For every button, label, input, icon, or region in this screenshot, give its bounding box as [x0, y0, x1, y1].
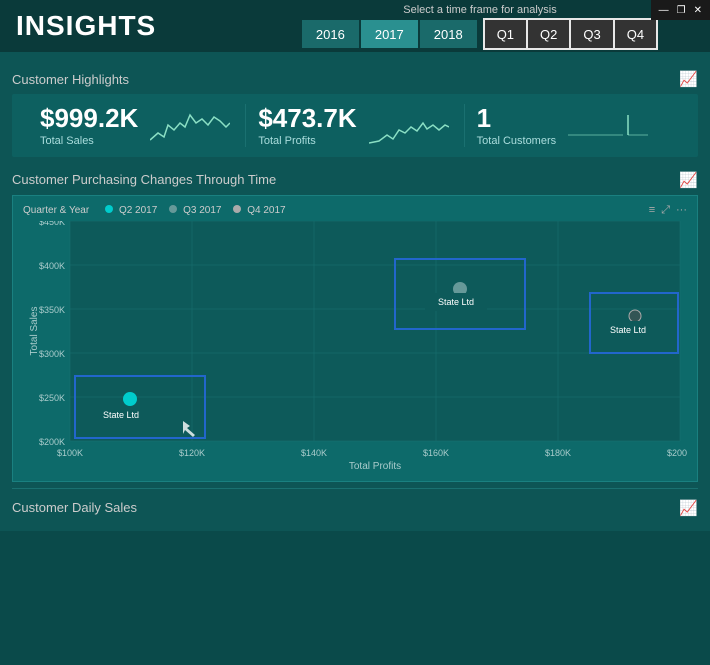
svg-text:$400K: $400K: [39, 261, 65, 271]
svg-text:$120K: $120K: [179, 448, 205, 458]
legend-q4-item: Q4 2017: [233, 205, 285, 216]
svg-text:$300K: $300K: [39, 349, 65, 359]
year-2017-button[interactable]: 2017: [361, 20, 418, 48]
total-profits-sparkline: [369, 105, 449, 145]
q1-button[interactable]: Q1: [485, 20, 526, 48]
header-bar: INSIGHTS Select a time frame for analysi…: [0, 0, 710, 52]
quarter-button-group: Q1 Q2 Q3 Q4: [483, 18, 658, 50]
daily-trend-icon: 📈: [679, 499, 698, 517]
kpi-section: Customer Highlights 📈 $999.2K Total Sale…: [12, 60, 698, 167]
svg-text:$140K: $140K: [301, 448, 327, 458]
kpi-trend-icon: 📈: [679, 70, 698, 88]
chart-options: ≡ ⤢ ···: [649, 204, 687, 217]
daily-sales-title: Customer Daily Sales: [12, 500, 137, 515]
legend-q4-label: Q4 2017: [247, 205, 285, 216]
svg-text:$180K: $180K: [545, 448, 571, 458]
chart-expand-icon[interactable]: ⤢: [661, 204, 670, 217]
legend-q2-dot: [105, 205, 113, 213]
q4-dot: [629, 310, 641, 322]
time-frame-section: Select a time frame for analysis 2016 20…: [250, 0, 710, 50]
daily-sales-header: Customer Daily Sales 📈: [12, 499, 698, 517]
q2-button[interactable]: Q2: [528, 20, 569, 48]
total-customers-value: 1: [477, 104, 556, 133]
svg-text:State Ltd: State Ltd: [610, 325, 646, 335]
svg-text:State Ltd: State Ltd: [438, 297, 474, 307]
chart-more-icon[interactable]: ···: [676, 204, 687, 217]
svg-text:$100K: $100K: [57, 448, 83, 458]
total-sales-value: $999.2K: [40, 104, 138, 133]
svg-text:$200K: $200K: [667, 448, 687, 458]
kpi-section-header: Customer Highlights 📈: [12, 70, 698, 88]
time-buttons: 2016 2017 2018 Q1 Q2 Q3 Q4 — ❐ ✕: [302, 18, 658, 50]
year-2018-button[interactable]: 2018: [420, 20, 477, 48]
total-profits-value: $473.7K: [258, 104, 356, 133]
purchasing-section-header: Customer Purchasing Changes Through Time…: [12, 171, 698, 189]
purchasing-trend-icon: 📈: [679, 171, 698, 189]
purchasing-chart-section: Customer Purchasing Changes Through Time…: [12, 171, 698, 482]
app-title: INSIGHTS: [0, 0, 172, 52]
kpi-cards: $999.2K Total Sales $473.7K Total Profit…: [12, 94, 698, 157]
year-2016-button[interactable]: 2016: [302, 20, 359, 48]
svg-text:$350K: $350K: [39, 305, 65, 315]
kpi-total-profits: $473.7K Total Profits: [246, 104, 464, 147]
chart-inner-header: Quarter & Year Q2 2017 Q3 2017 Q4 2017: [23, 204, 687, 217]
svg-text:Total Sales: Total Sales: [29, 306, 40, 355]
total-sales-label: Total Sales: [40, 135, 138, 147]
svg-text:State Ltd: State Ltd: [103, 410, 139, 420]
total-customers-sparkline: [568, 105, 648, 145]
svg-text:$450K: $450K: [39, 221, 65, 227]
legend-q4-dot: [233, 205, 241, 213]
scatter-chart-svg: $450K $400K $350K $300K $250K $200K $100…: [23, 221, 687, 471]
legend-q2-item: Q2 2017: [105, 205, 157, 216]
daily-sales-section: Customer Daily Sales 📈: [12, 488, 698, 517]
q2-dot: [123, 392, 137, 406]
window-controls: — ❐ ✕: [651, 0, 710, 20]
svg-text:$250K: $250K: [39, 393, 65, 403]
total-customers-label: Total Customers: [477, 135, 556, 147]
chart-area: $450K $400K $350K $300K $250K $200K $100…: [23, 221, 687, 471]
svg-text:Total Profits: Total Profits: [349, 461, 401, 471]
kpi-total-sales: $999.2K Total Sales: [28, 104, 246, 147]
chart-menu-icon[interactable]: ≡: [649, 204, 655, 217]
restore-icon[interactable]: ❐: [677, 5, 686, 16]
svg-text:$200K: $200K: [39, 437, 65, 447]
q4-button[interactable]: Q4: [615, 20, 656, 48]
total-sales-sparkline: [150, 105, 230, 145]
legend-q3-item: Q3 2017: [169, 205, 221, 216]
total-profits-label: Total Profits: [258, 135, 356, 147]
chart-legend: Quarter & Year Q2 2017 Q3 2017 Q4 2017: [23, 205, 286, 216]
purchasing-section-title: Customer Purchasing Changes Through Time: [12, 172, 276, 187]
legend-q3-dot: [169, 205, 177, 213]
q3-button[interactable]: Q3: [571, 20, 612, 48]
legend-quarter-year-label: Quarter & Year: [23, 205, 89, 216]
legend-q2-label: Q2 2017: [119, 205, 157, 216]
chart-container: Quarter & Year Q2 2017 Q3 2017 Q4 2017: [12, 195, 698, 482]
close-icon[interactable]: ✕: [694, 5, 702, 16]
time-frame-label: Select a time frame for analysis: [403, 0, 556, 18]
minimize-icon[interactable]: —: [659, 5, 669, 16]
svg-text:$160K: $160K: [423, 448, 449, 458]
main-content: Customer Highlights 📈 $999.2K Total Sale…: [0, 52, 710, 531]
legend-q3-label: Q3 2017: [183, 205, 221, 216]
kpi-total-customers: 1 Total Customers: [465, 104, 682, 147]
kpi-section-title: Customer Highlights: [12, 72, 129, 87]
